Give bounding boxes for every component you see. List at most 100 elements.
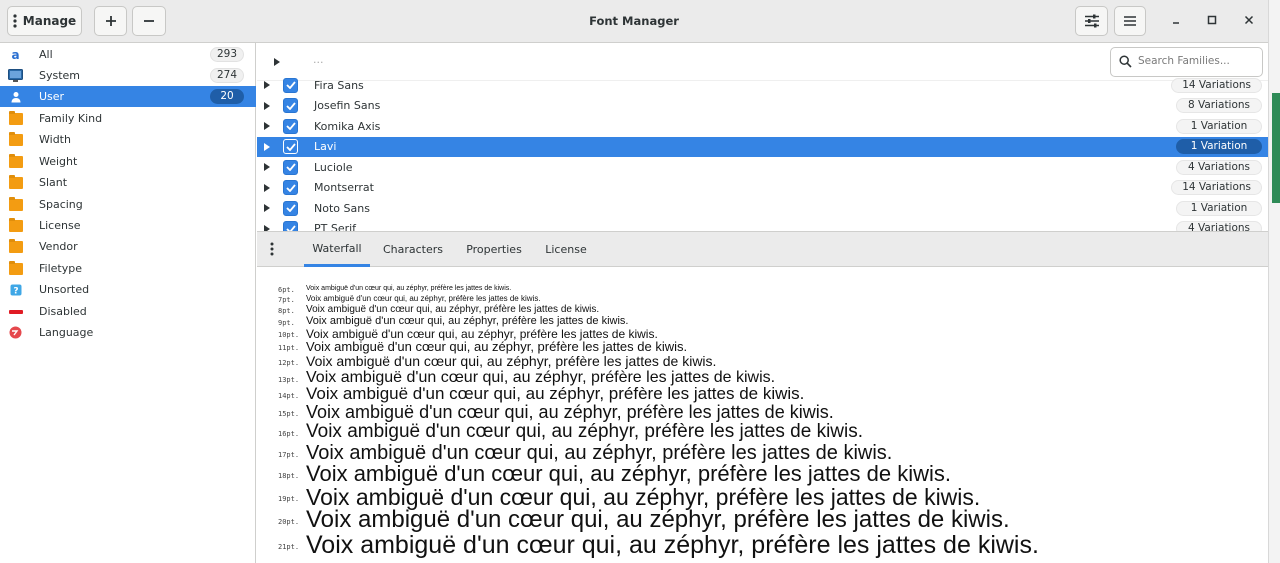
- folder-icon: [8, 153, 23, 169]
- main-menu-button[interactable]: [1114, 6, 1146, 36]
- sidebar-item-language[interactable]: Language: [0, 322, 256, 343]
- tab-characters[interactable]: Characters: [378, 232, 448, 267]
- tab-properties[interactable]: Properties: [458, 232, 530, 267]
- family-row[interactable]: Noto Sans 1 Variation: [257, 198, 1268, 219]
- expand-icon[interactable]: [263, 142, 271, 151]
- point-size-label: 20pt.: [278, 517, 300, 526]
- sidebar-item-label: License: [39, 219, 81, 232]
- enable-checkbox[interactable]: [283, 98, 298, 114]
- family-name: Lavi: [314, 140, 337, 154]
- point-size-label: 21pt.: [278, 543, 300, 551]
- enable-checkbox[interactable]: [283, 118, 298, 134]
- add-button[interactable]: [94, 6, 127, 36]
- user-icon: [8, 89, 23, 104]
- point-size-label: 7pt.: [278, 295, 295, 304]
- sample-text: Voix ambiguë d'un cœur qui, au zéphyr, p…: [306, 303, 600, 315]
- sidebar-item-label: All: [39, 48, 53, 61]
- sidebar-item-filetype[interactable]: Filetype: [0, 258, 256, 279]
- expand-icon[interactable]: [263, 163, 271, 172]
- tab-waterfall[interactable]: Waterfall: [304, 232, 370, 267]
- family-name: Komika Axis: [314, 119, 381, 133]
- family-row[interactable]: PT Serif 4 Variations: [257, 219, 1268, 231]
- sidebar-item-label: System: [39, 69, 81, 82]
- expand-icon[interactable]: [263, 81, 271, 90]
- sidebar-item-weight[interactable]: Weight: [0, 151, 256, 172]
- family-row[interactable]: Fira Sans 14 Variations: [257, 75, 1268, 96]
- count-badge: 20: [210, 89, 244, 104]
- maximize-icon: [1207, 15, 1217, 28]
- enable-checkbox[interactable]: [283, 77, 298, 93]
- sidebar-item-vendor[interactable]: Vendor: [0, 236, 256, 257]
- point-size-label: 14pt.: [278, 391, 300, 400]
- family-row[interactable]: Komika Axis 1 Variation: [257, 116, 1268, 137]
- sidebar-item-label: Family Kind: [39, 112, 103, 125]
- sidebar-item-unsorted[interactable]: ? Unsorted: [0, 279, 256, 300]
- font-a-icon: a: [8, 47, 23, 62]
- family-row[interactable]: Montserrat 14 Variations: [257, 178, 1268, 199]
- minimize-icon: [1171, 15, 1181, 28]
- sample-text: Voix ambiguë d'un cœur qui, au zéphyr, p…: [306, 421, 864, 443]
- count-badge: 274: [209, 68, 244, 83]
- background-accent: [1272, 93, 1280, 203]
- monitor-icon: [8, 68, 23, 83]
- remove-button[interactable]: [132, 6, 166, 36]
- family-row[interactable]: Luciole 4 Variations: [257, 157, 1268, 178]
- folder-icon: [8, 238, 23, 254]
- family-name: Noto Sans: [314, 201, 370, 215]
- variations-badge: 1 Variation: [1176, 139, 1262, 155]
- svg-text:a: a: [11, 48, 19, 62]
- sidebar-item-label: Unsorted: [39, 283, 90, 296]
- expand-all-icon[interactable]: [273, 58, 281, 66]
- sidebar-item-label: Spacing: [39, 198, 83, 211]
- sample-text: Voix ambiguë d'un cœur qui, au zéphyr, p…: [306, 284, 512, 292]
- enable-checkbox[interactable]: [283, 200, 298, 216]
- search-input[interactable]: [1138, 55, 1258, 67]
- preferences-button[interactable]: [1075, 6, 1108, 36]
- enable-checkbox[interactable]: [283, 221, 298, 231]
- family-row-selected[interactable]: Lavi 1 Variation: [257, 136, 1268, 157]
- point-size-label: 17pt.: [278, 450, 300, 459]
- search-icon: [1119, 55, 1132, 71]
- expand-icon[interactable]: [263, 183, 271, 192]
- sample-text: Voix ambiguë d'un cœur qui, au zéphyr, p…: [306, 294, 541, 304]
- expand-icon[interactable]: [263, 204, 271, 213]
- minimize-button[interactable]: [1168, 13, 1184, 29]
- variations-badge: 14 Variations: [1171, 180, 1262, 196]
- sidebar-item-family-kind[interactable]: Family Kind: [0, 108, 256, 129]
- expand-icon[interactable]: [263, 101, 271, 110]
- folder-icon: [8, 260, 23, 276]
- waterfall-preview: 6pt. Voix ambiguë d'un cœur qui, au zéphy…: [257, 267, 1268, 563]
- sidebar-item-license[interactable]: License: [0, 215, 256, 236]
- maximize-button[interactable]: [1204, 13, 1220, 29]
- search-box[interactable]: [1110, 47, 1263, 77]
- sidebar-item-slant[interactable]: Slant: [0, 172, 256, 193]
- vertical-dots-icon[interactable]: [270, 242, 274, 259]
- family-name: Montserrat: [314, 181, 374, 195]
- close-button[interactable]: [1241, 13, 1257, 29]
- sidebar-item-width[interactable]: Width: [0, 129, 256, 150]
- family-name: Fira Sans: [314, 78, 364, 92]
- family-row[interactable]: Josefin Sans 8 Variations: [257, 96, 1268, 117]
- enable-checkbox[interactable]: [283, 159, 298, 175]
- count-badge: 293: [209, 47, 244, 62]
- sidebar-item-label: Width: [39, 133, 71, 146]
- sidebar-item-system[interactable]: System 274: [0, 65, 256, 86]
- variations-badge: 1 Variation: [1176, 118, 1262, 134]
- variations-badge: 4 Variations: [1176, 221, 1262, 231]
- sidebar-item-label: User: [39, 90, 65, 103]
- point-size-label: 19pt.: [278, 494, 300, 503]
- sidebar-item-all[interactable]: a All 293: [0, 44, 256, 65]
- enable-checkbox[interactable]: [283, 180, 298, 196]
- point-size-label: 10pt.: [278, 330, 300, 339]
- sample-text: Voix ambiguë d'un cœur qui, au zéphyr, p…: [306, 338, 688, 354]
- tab-license[interactable]: License: [538, 232, 594, 267]
- sidebar-item-spacing[interactable]: Spacing: [0, 194, 256, 215]
- sidebar-item-user[interactable]: User 20: [0, 86, 256, 107]
- manage-button[interactable]: Manage: [7, 6, 82, 36]
- unsorted-icon: ?: [8, 282, 23, 297]
- svg-text:?: ?: [13, 286, 18, 296]
- enable-checkbox[interactable]: [283, 139, 298, 155]
- expand-icon[interactable]: [263, 122, 271, 131]
- sidebar-item-disabled[interactable]: Disabled: [0, 301, 256, 322]
- hamburger-icon: [1124, 16, 1136, 26]
